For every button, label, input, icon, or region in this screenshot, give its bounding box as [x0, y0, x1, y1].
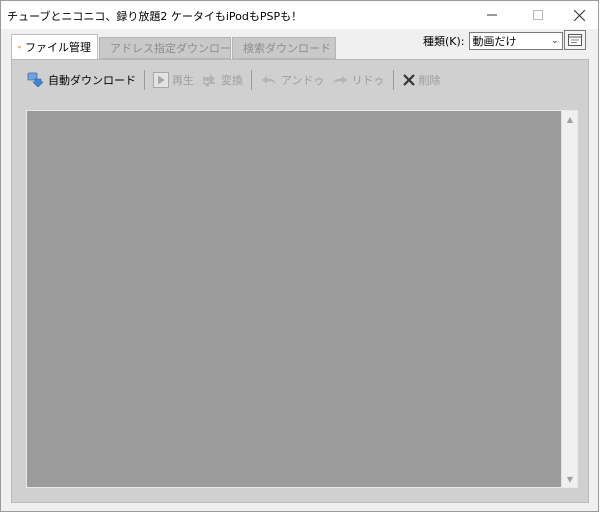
panel-icon	[568, 34, 582, 46]
convert-button[interactable]: 変換	[197, 69, 246, 91]
delete-button[interactable]: 削除	[399, 69, 444, 91]
close-icon	[573, 9, 585, 21]
tab-label: アドレス指定ダウンロード	[110, 42, 242, 55]
kind-selected-value: 動画だけ	[472, 35, 517, 48]
file-list: ▲ ▼	[26, 110, 578, 488]
toolbar: 自動ダウンロード 再生 変換 アンドゥ リドゥ 削除	[12, 60, 588, 100]
tab-label: ファイル管理	[25, 41, 91, 54]
kind-label: 種類(K):	[423, 35, 465, 48]
auto-download-label: 自動ダウンロード	[48, 74, 136, 87]
play-label: 再生	[172, 74, 194, 87]
scroll-up-icon[interactable]: ▲	[562, 111, 578, 127]
play-button[interactable]: 再生	[150, 69, 197, 91]
delete-label: 削除	[418, 74, 441, 87]
minimize-button[interactable]	[470, 1, 514, 29]
tab-address-download[interactable]: URL アドレス指定ダウンロード	[99, 37, 242, 59]
auto-download-button[interactable]: 自動ダウンロード	[24, 69, 139, 91]
convert-label: 変換	[221, 74, 243, 87]
maximize-button[interactable]	[516, 1, 560, 29]
undo-button[interactable]: アンドゥ	[257, 69, 328, 91]
redo-label: リドゥ	[351, 74, 385, 87]
chevron-down-icon: ⌄	[550, 36, 559, 46]
file-list-area[interactable]	[27, 111, 561, 487]
convert-icon	[202, 74, 215, 88]
toolbar-divider	[392, 70, 394, 90]
file-management-panel: 自動ダウンロード 再生 変換 アンドゥ リドゥ 削除 ▲ ▼	[11, 59, 589, 503]
maximize-icon	[533, 10, 543, 20]
toolbar-divider	[251, 70, 252, 90]
window-title: チューブとニコニコ、録り放題2 ケータイもiPodもPSPも！	[7, 10, 303, 23]
panel-toggle-button[interactable]	[564, 30, 586, 50]
app-window: チューブとニコニコ、録り放題2 ケータイもiPodもPSPも！ ファイル管理 U…	[0, 0, 599, 512]
delete-icon	[402, 74, 415, 86]
close-button[interactable]	[557, 1, 600, 29]
scroll-down-icon[interactable]: ▼	[562, 471, 578, 487]
kind-selector: 種類(K): 動画だけ ⌄	[423, 31, 563, 51]
tab-label: 検索ダウンロード	[243, 42, 331, 55]
folder-icon	[18, 46, 21, 49]
title-bar[interactable]: チューブとニコニコ、録り放題2 ケータイもiPodもPSPも！	[1, 1, 598, 29]
kind-dropdown[interactable]: 動画だけ ⌄	[468, 32, 563, 50]
tab-search-download[interactable]: 検索ダウンロード	[232, 37, 336, 59]
undo-label: アンドゥ	[281, 74, 325, 87]
play-icon	[153, 72, 169, 88]
redo-icon	[332, 76, 347, 84]
undo-icon	[262, 76, 276, 84]
redo-button[interactable]: リドゥ	[328, 69, 388, 91]
minimize-icon	[487, 14, 497, 16]
tab-file-management[interactable]: ファイル管理	[11, 34, 98, 59]
toolbar-divider	[144, 70, 145, 90]
vertical-scrollbar[interactable]: ▲ ▼	[561, 111, 577, 487]
auto-download-icon	[27, 72, 44, 88]
